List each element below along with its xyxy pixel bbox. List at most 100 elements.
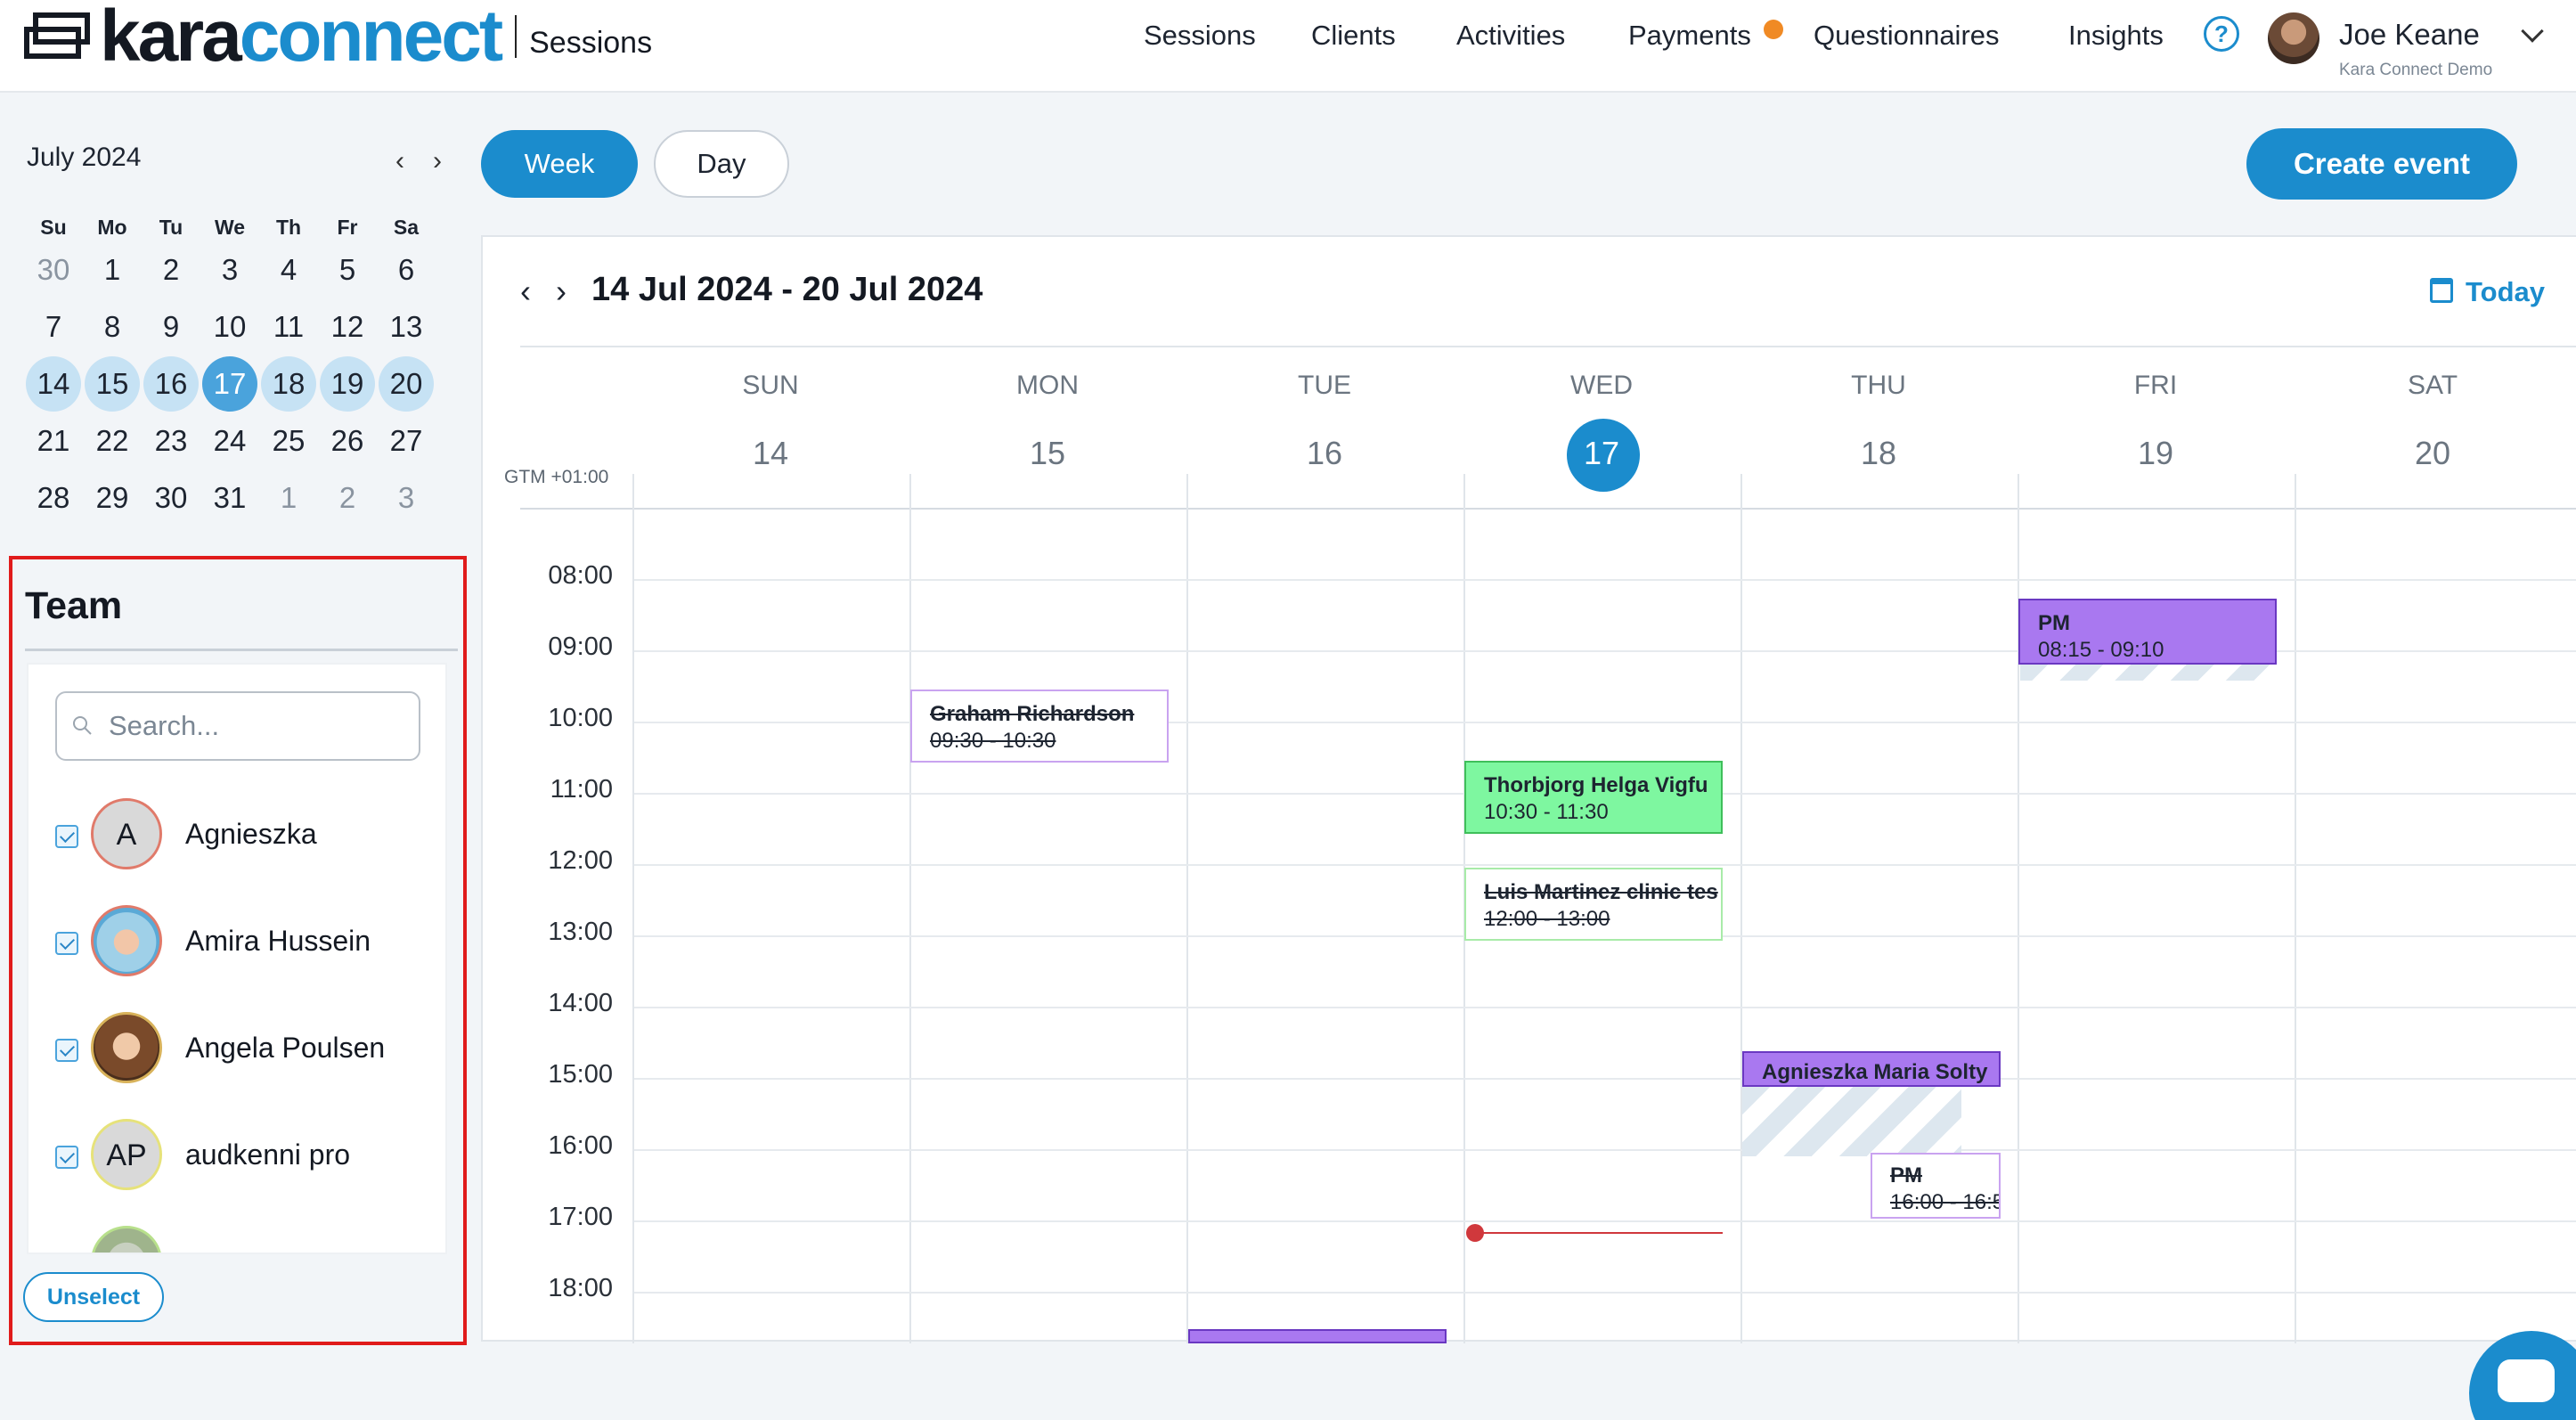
day-of-week-label: SAT (2407, 371, 2458, 400)
user-organization: Kara Connect Demo (2339, 61, 2493, 79)
mini-day[interactable]: 12 (321, 303, 374, 351)
mini-next-month-icon[interactable]: › (433, 146, 442, 176)
help-icon[interactable]: ? (2204, 16, 2239, 52)
member-name: Angela Poulsen (185, 1032, 386, 1064)
mini-day[interactable]: 5 (321, 246, 374, 294)
mini-day[interactable]: 13 (379, 303, 433, 351)
top-header: karaconnect Sessions Sessions Clients Ac… (0, 0, 2576, 93)
mini-day[interactable]: 24 (203, 417, 257, 465)
hour-label: 12:00 (548, 846, 613, 875)
team-member-partial[interactable] (55, 1226, 429, 1253)
event-thorbjorg-helga-vigfu[interactable]: Thorbjorg Helga Vigfu 10:30 - 11:30 (1464, 761, 1723, 834)
mini-day[interactable]: 14 (26, 356, 81, 412)
mini-day[interactable]: 1 (262, 474, 315, 522)
event-tuesday-partial[interactable] (1188, 1329, 1447, 1343)
mini-dow-label: Mo (97, 216, 127, 239)
hour-gridline (634, 1007, 2576, 1008)
day-number[interactable]: 15 (909, 435, 1186, 472)
mini-day[interactable]: 27 (379, 417, 433, 465)
mini-day[interactable]: 3 (379, 474, 433, 522)
mini-day[interactable]: 9 (144, 303, 198, 351)
buffer-stripes (2020, 665, 2277, 681)
today-button[interactable]: Today (2466, 276, 2545, 308)
nav-insights[interactable]: Insights (2068, 20, 2164, 52)
day-number[interactable]: 14 (632, 435, 909, 472)
event-agnieszka-maria-solty[interactable]: Agnieszka Maria Solty (1742, 1051, 2001, 1087)
nav-clients[interactable]: Clients (1311, 20, 1396, 52)
day-number[interactable]: 17 (1463, 435, 1740, 472)
mini-day[interactable]: 2 (144, 246, 198, 294)
mini-day[interactable]: 11 (262, 303, 315, 351)
team-search[interactable] (55, 691, 420, 761)
unselect-button[interactable]: Unselect (23, 1272, 164, 1322)
mini-day[interactable]: 20 (379, 356, 434, 412)
mini-day[interactable]: 1 (86, 246, 139, 294)
team-member-agnieszka[interactable]: A Agnieszka (55, 798, 429, 869)
user-name[interactable]: Joe Keane (2339, 18, 2480, 52)
day-number[interactable]: 18 (1740, 435, 2017, 472)
next-week-icon[interactable]: › (556, 273, 567, 310)
mini-day[interactable]: 30 (27, 246, 80, 294)
mini-day[interactable]: 21 (27, 417, 80, 465)
event-time: 08:15 - 09:10 (2038, 638, 2164, 662)
event-pm-thursday[interactable]: PM 16:00 - 16:5 (1871, 1153, 2001, 1219)
day-view-button[interactable]: Day (654, 130, 789, 198)
mini-day[interactable]: 28 (27, 474, 80, 522)
chat-launcher-button[interactable] (2469, 1331, 2576, 1420)
mini-day[interactable]: 10 (203, 303, 257, 351)
member-checkbox[interactable] (55, 1146, 78, 1169)
day-number[interactable]: 16 (1186, 435, 1463, 472)
event-title: PM (1890, 1163, 1922, 1187)
mini-day[interactable]: 15 (85, 356, 140, 412)
mini-day[interactable]: 7 (27, 303, 80, 351)
create-event-button[interactable]: Create event (2246, 128, 2517, 200)
mini-day[interactable]: 30 (144, 474, 198, 522)
day-number[interactable]: 19 (2018, 435, 2294, 472)
user-avatar[interactable] (2268, 12, 2319, 64)
chevron-down-icon[interactable] (2521, 20, 2544, 43)
member-checkbox[interactable] (55, 1039, 78, 1062)
mini-day[interactable]: 3 (203, 246, 257, 294)
mini-day[interactable]: 16 (143, 356, 199, 412)
mini-day[interactable]: 29 (86, 474, 139, 522)
timezone-label: GTM +01:00 (504, 467, 609, 487)
mini-dow-label: Tu (159, 216, 183, 239)
kara-connect-logo[interactable]: karaconnect Sessions (23, 0, 652, 73)
day-number[interactable]: 20 (2295, 435, 2571, 472)
mini-day[interactable]: 19 (320, 356, 375, 412)
event-luis-martinez-clinic[interactable]: Luis Martinez clinic tes 12:00 - 13:00 (1464, 868, 1723, 941)
calendar-icon (2430, 278, 2453, 303)
mini-prev-month-icon[interactable]: ‹ (395, 146, 404, 176)
event-pm-friday[interactable]: PM 08:15 - 09:10 (2018, 599, 2277, 665)
avatar (91, 1226, 162, 1253)
nav-activities[interactable]: Activities (1456, 20, 1565, 52)
mini-day[interactable]: 2 (321, 474, 374, 522)
event-graham-richardson[interactable]: Graham Richardson 09:30 - 10:30 (910, 690, 1169, 763)
nav-sessions[interactable]: Sessions (1144, 20, 1256, 52)
mini-day[interactable]: 31 (203, 474, 257, 522)
day-column-divider (632, 474, 634, 1343)
mini-day[interactable]: 26 (321, 417, 374, 465)
mini-day[interactable]: 8 (86, 303, 139, 351)
mini-day[interactable]: 22 (86, 417, 139, 465)
mini-day[interactable]: 4 (262, 246, 315, 294)
nav-payments[interactable]: Payments (1628, 20, 1751, 52)
mini-day[interactable]: 25 (262, 417, 315, 465)
member-checkbox[interactable] (55, 825, 78, 848)
event-time: 09:30 - 10:30 (930, 729, 1056, 753)
week-view-button[interactable]: Week (481, 130, 638, 198)
prev-week-icon[interactable]: ‹ (520, 273, 531, 310)
mini-day[interactable]: 18 (261, 356, 316, 412)
team-member-amira-hussein[interactable]: Amira Hussein (55, 905, 429, 976)
mini-day[interactable]: 17 (202, 356, 257, 412)
team-member-angela-poulsen[interactable]: Angela Poulsen (55, 1012, 429, 1083)
nav-questionnaires[interactable]: Questionnaires (1814, 20, 2000, 52)
team-list-box[interactable]: A Agnieszka Amira Hussein Angela Poulsen… (27, 663, 447, 1254)
member-checkbox[interactable] (55, 932, 78, 955)
mini-day[interactable]: 6 (379, 246, 433, 294)
day-column-divider (1740, 474, 1742, 1343)
team-member-audkenni-pro[interactable]: AP audkenni pro (55, 1119, 429, 1190)
mini-dow-label: Sa (393, 216, 420, 239)
mini-day[interactable]: 23 (144, 417, 198, 465)
team-search-input[interactable] (109, 693, 412, 759)
